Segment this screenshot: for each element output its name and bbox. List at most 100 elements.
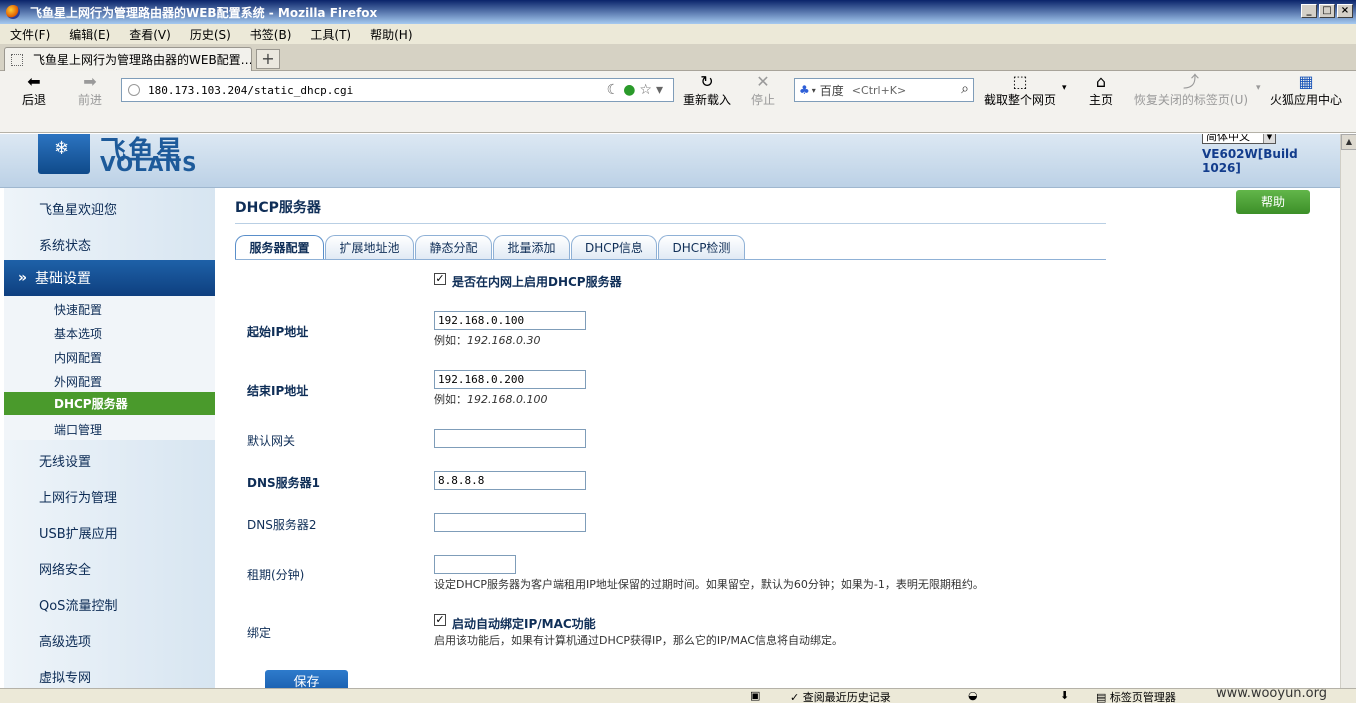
menu-help[interactable]: 帮助(H): [370, 26, 412, 43]
sidebar-item-welcome[interactable]: 飞鱼星欢迎您: [39, 199, 117, 218]
menu-file[interactable]: 文件(F): [10, 26, 50, 43]
save-button[interactable]: 保存: [265, 670, 348, 688]
restore-closed-tab-button[interactable]: ⤴ 恢复关闭的标签页(U): [1132, 73, 1250, 108]
start-ip-label: 起始IP地址: [247, 325, 309, 339]
reload-button[interactable]: ↻ 重新载入: [680, 73, 734, 108]
address-bar-icons[interactable]: ☾●☆▾: [607, 82, 667, 98]
start-ip-hint: 例如：192.168.0.30: [434, 332, 540, 348]
sidebar-item-basic-settings[interactable]: » 基础设置: [4, 260, 215, 296]
sidebar-sub-quick-config[interactable]: 快速配置: [54, 301, 102, 318]
sidebar-sub-port-management[interactable]: 端口管理: [54, 421, 102, 438]
sidebar-item-vpn[interactable]: 虚拟专网: [39, 667, 91, 686]
address-bar[interactable]: 180.173.103.204/static_dhcp.cgi ☾●☆▾: [121, 78, 674, 102]
screenshot-dropdown-icon[interactable]: ▾: [1062, 83, 1067, 93]
site-identity-icon: [128, 84, 140, 96]
forward-label: 前进: [77, 93, 102, 107]
hint-prefix: 例如：: [434, 393, 467, 406]
search-engine-name: 百度: [819, 83, 844, 98]
status-bar: ▣ ✓ 查阅最近历史记录 ◒ ⬇ ▤ 标签页管理器 www.wooyun.org: [0, 688, 1356, 703]
screenshot-button[interactable]: ⬚ 截取整个网页: [980, 73, 1060, 108]
page-icon: [11, 53, 23, 66]
dns1-input[interactable]: 8.8.8.8: [434, 471, 586, 490]
window-title-bar: 飞鱼星上网行为管理路由器的WEB配置系统 - Mozilla Firefox _…: [0, 0, 1356, 24]
addon-icon[interactable]: ◒: [968, 689, 978, 702]
dns1-label: DNS服务器1: [247, 476, 320, 490]
screenshot-label: 截取整个网页: [983, 93, 1056, 107]
lease-input[interactable]: [434, 555, 516, 574]
enable-dhcp-label: 是否在内网上启用DHCP服务器: [452, 275, 622, 289]
minimize-button[interactable]: _: [1301, 4, 1317, 18]
menu-bookmarks[interactable]: 书签(B): [250, 26, 292, 43]
end-ip-hint: 例如：192.168.0.100: [434, 391, 547, 407]
menu-edit[interactable]: 编辑(E): [69, 26, 110, 43]
tab-server-config[interactable]: 服务器配置: [235, 235, 324, 260]
tab-dhcp-info[interactable]: DHCP信息: [571, 235, 657, 260]
model-version: VE602W[Build 1026]: [1202, 147, 1298, 175]
vertical-scrollbar[interactable]: ▲: [1340, 134, 1356, 688]
close-window-button[interactable]: ×: [1337, 4, 1353, 18]
tab-extended-pool[interactable]: 扩展地址池: [325, 235, 414, 260]
web-page: ❄ 飞鱼星 VOLANS 简体中文 ▼ VE602W[Build 1026] 飞…: [0, 134, 1340, 688]
forward-button[interactable]: ➡ 前进: [74, 73, 106, 108]
apps-grid-icon: ▦: [1298, 72, 1314, 91]
double-chevron-down-icon: »: [18, 270, 28, 286]
enable-dhcp-checkbox[interactable]: ✓: [434, 273, 446, 285]
browser-tab[interactable]: 飞鱼星上网行为管理路由器的WEB配置… ×: [4, 47, 252, 71]
tab-manager-status[interactable]: ▤ 标签页管理器: [1096, 689, 1176, 703]
search-icon[interactable]: ⌕: [961, 81, 969, 97]
search-engine-dropdown-icon[interactable]: ▾: [812, 86, 816, 95]
sidebar-sub-lan-config[interactable]: 内网配置: [54, 349, 102, 366]
sidebar-item-usb[interactable]: USB扩展应用: [39, 523, 118, 542]
tab-batch-add[interactable]: 批量添加: [493, 235, 570, 260]
restore-tab-label: 恢复关闭的标签页(U): [1133, 93, 1249, 107]
menu-history[interactable]: 历史(S): [190, 26, 231, 43]
sidebar-sub-dhcp-server[interactable]: DHCP服务器: [4, 392, 215, 415]
help-button[interactable]: 帮助: [1236, 190, 1310, 214]
download-icon[interactable]: ⬇: [1060, 689, 1069, 702]
sidebar-item-status[interactable]: 系统状态: [39, 235, 91, 254]
language-select[interactable]: 简体中文 ▼: [1202, 134, 1276, 144]
history-status[interactable]: ✓ 查阅最近历史记录: [790, 689, 891, 703]
gateway-input[interactable]: [434, 429, 586, 448]
dns2-input[interactable]: [434, 513, 586, 532]
hint-prefix: 例如：: [434, 334, 467, 347]
url-text: 180.173.103.204/static_dhcp.cgi: [148, 83, 354, 97]
home-icon: ⌂: [1095, 72, 1107, 91]
sidebar-item-advanced[interactable]: 高级选项: [39, 631, 91, 650]
menu-tools[interactable]: 工具(T): [310, 26, 351, 43]
tab-static-allocation[interactable]: 静态分配: [415, 235, 492, 260]
back-arrow-icon: ⬅: [27, 72, 41, 91]
sidebar-sub-basic-options[interactable]: 基本选项: [54, 325, 102, 342]
lease-hint: 设定DHCP服务器为客户端租用IP地址保留的过期时间。如果留空，默认为60分钟；…: [434, 578, 984, 591]
logo-english-text: VOLANS: [100, 152, 198, 176]
tab-dhcp-detect[interactable]: DHCP检测: [658, 235, 745, 260]
start-ip-input[interactable]: 192.168.0.100: [434, 311, 586, 330]
menu-view[interactable]: 查看(V): [129, 26, 171, 43]
restore-tab-icon: ⤴: [1182, 72, 1199, 91]
end-ip-input[interactable]: 192.168.0.200: [434, 370, 586, 389]
sidebar-sub-wan-config[interactable]: 外网配置: [54, 373, 102, 390]
home-label: 主页: [1088, 93, 1113, 107]
scroll-up-icon[interactable]: ▲: [1341, 134, 1356, 150]
back-button[interactable]: ⬅ 后退: [18, 73, 50, 108]
sidebar: 飞鱼星欢迎您 系统状态 » 基础设置 快速配置 基本选项 内网配置 外网配置 D…: [4, 188, 215, 688]
new-tab-button[interactable]: +: [256, 49, 280, 69]
apps-label: 火狐应用中心: [1269, 93, 1342, 107]
sidebar-item-behavior-management[interactable]: 上网行为管理: [39, 487, 117, 506]
home-button[interactable]: ⌂ 主页: [1086, 73, 1116, 108]
title-divider: [235, 223, 1106, 224]
stop-icon: ✕: [756, 72, 770, 91]
language-value: 简体中文: [1206, 134, 1250, 143]
maximize-button[interactable]: □: [1319, 4, 1335, 18]
page-info-icon[interactable]: ▣: [750, 689, 760, 702]
screenshot-icon: ⬚: [1012, 72, 1028, 91]
auto-bind-checkbox[interactable]: ✓: [434, 614, 446, 626]
sidebar-item-qos[interactable]: QoS流量控制: [39, 595, 117, 614]
sidebar-item-wireless[interactable]: 无线设置: [39, 451, 91, 470]
sidebar-item-security[interactable]: 网络安全: [39, 559, 91, 578]
restore-tab-dropdown-icon[interactable]: ▾: [1256, 83, 1261, 93]
apps-center-button[interactable]: ▦ 火狐应用中心: [1268, 73, 1344, 108]
stop-label: 停止: [750, 93, 775, 107]
search-box[interactable]: ♣ ▾ 百度 <Ctrl+K> ⌕: [794, 78, 974, 102]
stop-button[interactable]: ✕ 停止: [746, 73, 780, 108]
